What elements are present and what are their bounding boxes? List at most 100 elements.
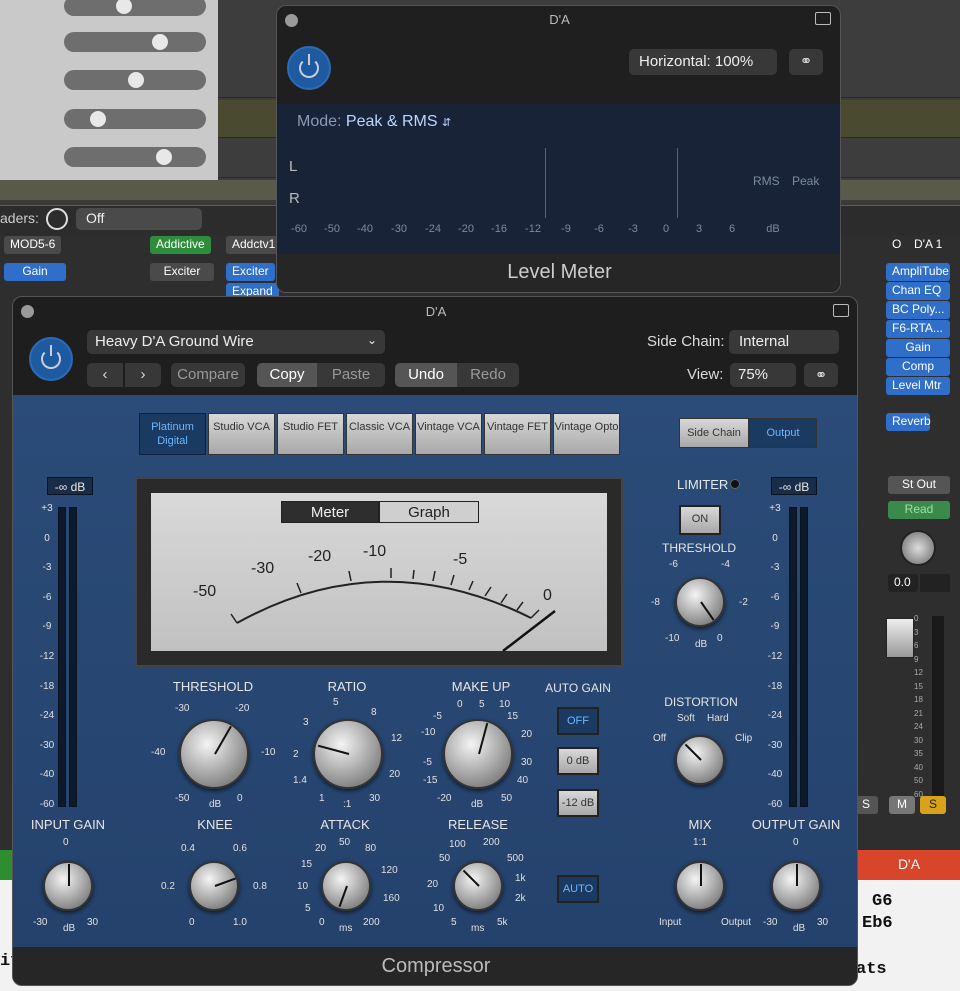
model-studio-vca[interactable]: Studio VCA	[208, 413, 275, 455]
side-chain-select[interactable]: Off	[76, 208, 202, 230]
knob-tick: -6	[669, 559, 678, 570]
limiter-threshold-knob[interactable]	[675, 577, 725, 627]
previous-preset-button[interactable]: ‹	[87, 363, 123, 387]
strip-name: D'A 1	[908, 236, 949, 254]
solo-button[interactable]: S	[920, 796, 946, 814]
knob-tick: 100	[449, 839, 466, 850]
auto-gain-0db-button[interactable]: 0 dB	[557, 747, 599, 775]
mix-knob[interactable]	[675, 861, 725, 911]
knee-knob[interactable]	[189, 861, 239, 911]
mute-button[interactable]: M	[889, 796, 915, 814]
level-meter-window: D'A Horizontal: 100% ⚭ Mode: Peak & RMS …	[276, 5, 841, 293]
mode-select[interactable]: Mode: Peak & RMS ⇵	[297, 113, 451, 131]
track-slider-column	[0, 0, 218, 180]
insert-slot[interactable]: Exciter	[150, 263, 214, 281]
volume-value: 0.0	[888, 574, 918, 592]
power-icon	[41, 345, 61, 369]
ratio-knob[interactable]	[313, 719, 383, 789]
knob-tick: 0	[63, 837, 69, 848]
input-meter-right	[69, 507, 77, 807]
left-channel-label: L	[289, 158, 298, 175]
fader-scale: 0 3 6 9 12 15 18 21 24 30 35 40 50 60	[914, 614, 923, 799]
knob-tick: -10	[261, 747, 276, 758]
output-slot[interactable]: St Out	[888, 476, 950, 494]
model-vintage-vca[interactable]: Vintage VCA	[415, 413, 482, 455]
preset-select[interactable]: Heavy D'A Ground Wire ⌄	[87, 330, 385, 354]
pan-knob[interactable]	[900, 530, 936, 566]
release-knob[interactable]	[453, 861, 503, 911]
insert-slot[interactable]: Addctv1	[226, 236, 282, 254]
chevron-left-icon: ‹	[102, 366, 108, 383]
track-volume-slider[interactable]	[64, 0, 206, 16]
copy-button[interactable]: Copy	[257, 363, 317, 387]
volume-fader-cap[interactable]	[886, 618, 914, 658]
redo-button[interactable]: Redo	[457, 363, 519, 387]
knob-unit: ms	[339, 923, 353, 934]
side-chain-view-button[interactable]: Side Chain	[679, 418, 749, 448]
insert-slot[interactable]: Gain	[4, 263, 66, 281]
auto-gain-12db-button[interactable]: -12 dB	[557, 789, 599, 817]
track-volume-slider[interactable]	[64, 70, 206, 90]
track-volume-slider[interactable]	[64, 32, 206, 52]
model-classic-vca[interactable]: Classic VCA	[346, 413, 413, 455]
link-button[interactable]: ⚭	[804, 363, 838, 387]
auto-release-button[interactable]: AUTO	[557, 875, 599, 903]
model-platinum-digital[interactable]: Platinum Digital	[139, 413, 206, 455]
output-view-button[interactable]: Output	[749, 418, 817, 448]
model-studio-fet[interactable]: Studio FET	[277, 413, 344, 455]
attack-label: ATTACK	[320, 817, 370, 832]
send-slot[interactable]: Reverb	[886, 413, 931, 431]
side-chain-power-icon[interactable]	[46, 208, 68, 230]
plugin-slot[interactable]: Level Mtr	[886, 377, 950, 395]
paste-button[interactable]: Paste	[317, 363, 385, 387]
output-gain-knob[interactable]	[771, 861, 821, 911]
insert-slot[interactable]: MOD5-6	[4, 236, 62, 254]
limiter-on-button[interactable]: ON	[679, 505, 721, 535]
knob-tick: 12	[391, 733, 403, 744]
knob-tick: 0	[793, 837, 799, 848]
threshold-knob[interactable]	[179, 719, 249, 789]
auto-gain-off-button[interactable]: OFF	[557, 707, 599, 735]
limiter-label: LIMITER	[677, 477, 729, 492]
peak-display	[920, 574, 950, 592]
attack-knob[interactable]	[321, 861, 371, 911]
insert-slot[interactable]: Exciter	[226, 263, 275, 281]
compare-button[interactable]: Compare	[171, 363, 245, 387]
meter-scale-tick: 0	[772, 532, 778, 544]
knob-tick: 5k	[497, 917, 508, 928]
plugin-slot[interactable]: AmpliTube	[886, 263, 950, 281]
link-button[interactable]: ⚭	[789, 49, 823, 75]
makeup-knob[interactable]	[443, 719, 513, 789]
auto-gain-label: AUTO GAIN	[545, 681, 611, 695]
power-button[interactable]	[287, 46, 331, 90]
next-preset-button[interactable]: ›	[125, 363, 161, 387]
expand-icon[interactable]	[833, 304, 849, 317]
plugin-slot[interactable]: Comp	[886, 358, 950, 376]
input-gain-knob[interactable]	[43, 861, 93, 911]
plugin-slot[interactable]: BC Poly...	[886, 301, 950, 319]
plugin-slot[interactable]: Gain	[886, 339, 950, 357]
undo-button[interactable]: Undo	[395, 363, 457, 387]
track-volume-slider[interactable]	[64, 109, 206, 129]
knob-unit: dB	[63, 923, 76, 934]
plugin-slot[interactable]: Chan EQ	[886, 282, 950, 300]
plugin-slot[interactable]: F6-RTA...	[886, 320, 950, 338]
knob-tick: -20	[437, 793, 452, 804]
expand-icon[interactable]	[815, 12, 831, 25]
meter-scale-tick: -60	[291, 223, 307, 235]
distortion-knob[interactable]	[675, 735, 725, 785]
automation-mode[interactable]: Read	[888, 501, 950, 519]
instrument-slot[interactable]: Addictive	[150, 236, 211, 254]
model-vintage-opto[interactable]: Vintage Opto	[553, 413, 620, 455]
horizontal-zoom-select[interactable]: Horizontal: 100%	[629, 49, 777, 75]
side-chain-select[interactable]: Internal	[729, 330, 839, 354]
power-button[interactable]	[29, 337, 73, 381]
knob-tick: 2k	[515, 893, 526, 904]
view-zoom-select[interactable]: 75%	[730, 363, 796, 387]
meter-scale-tick: -40	[39, 769, 55, 781]
right-channel-label: R	[289, 190, 300, 207]
track-volume-slider[interactable]	[64, 147, 206, 167]
model-vintage-fet[interactable]: Vintage FET	[484, 413, 551, 455]
knob-tick: -10	[665, 633, 680, 644]
solo-button-left[interactable]: S	[856, 796, 878, 814]
